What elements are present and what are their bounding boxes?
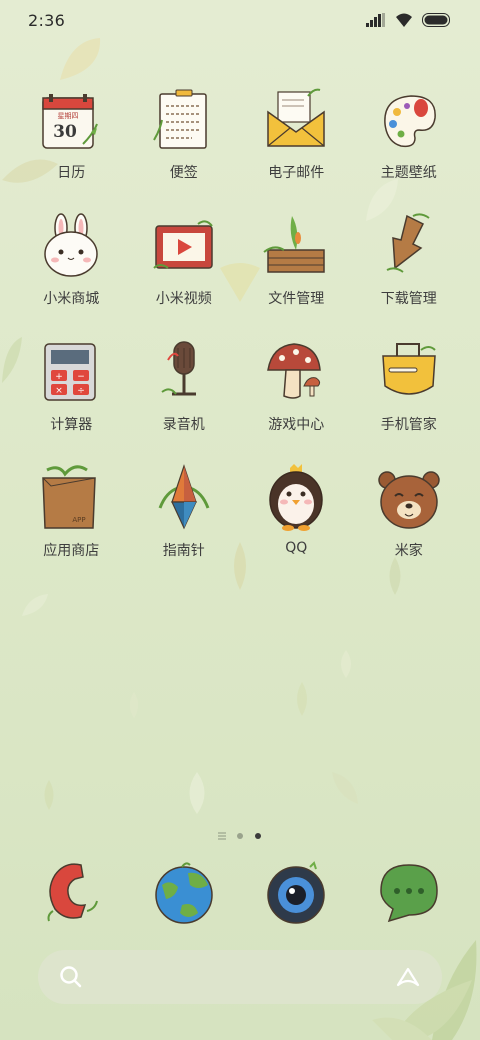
dock-browser[interactable] (128, 855, 241, 927)
leaf-decoration (341, 650, 351, 678)
download-arrow-icon[interactable] (373, 210, 445, 282)
status-icons (366, 12, 452, 28)
leaf-decoration (332, 772, 358, 804)
globe-icon[interactable] (148, 855, 220, 927)
page-indicator[interactable] (0, 829, 480, 843)
camera-icon[interactable] (260, 855, 332, 927)
shield-bag-icon[interactable] (373, 336, 445, 408)
assistant-icon[interactable] (394, 965, 422, 989)
penguin-icon[interactable] (260, 462, 332, 534)
leaf-decoration (44, 780, 54, 810)
leaf-decoration (130, 692, 138, 718)
phone-icon[interactable] (35, 855, 107, 927)
app-mi-home[interactable]: 米家 (353, 458, 466, 584)
app-label: 电子邮件 (268, 165, 325, 181)
app-label: 便签 (169, 165, 198, 181)
paper-bag-icon[interactable]: APP (35, 462, 107, 534)
calendar-weekday: 星期四 (58, 112, 79, 120)
app-file-manager[interactable]: 文件管理 (240, 206, 353, 332)
calendar-icon[interactable]: 星期四 30 (35, 84, 107, 156)
rabbit-icon[interactable] (35, 210, 107, 282)
message-icon[interactable] (373, 855, 445, 927)
leaf-decoration (189, 772, 205, 814)
app-grid: 星期四 30 日历 便签 电子邮件 主题壁纸 小米商城 小米视频 文件管理 下载… (15, 80, 465, 584)
battery-icon (422, 13, 450, 27)
app-label: 应用商店 (43, 543, 100, 559)
app-qq[interactable]: QQ (240, 458, 353, 584)
app-label: 主题壁纸 (380, 165, 437, 181)
page-dot-active[interactable] (254, 832, 262, 840)
calculator-icon[interactable]: + − × ÷ (35, 336, 107, 408)
app-label: 录音机 (162, 417, 205, 433)
svg-text:+: + (55, 372, 63, 382)
file-box-icon[interactable] (260, 210, 332, 282)
app-app-store[interactable]: APP 应用商店 (15, 458, 128, 584)
app-calendar[interactable]: 星期四 30 日历 (15, 80, 128, 206)
page-dot[interactable] (236, 832, 244, 840)
dock-messages[interactable] (353, 855, 466, 927)
calendar-day: 30 (53, 122, 77, 142)
palette-icon[interactable] (373, 84, 445, 156)
dock-phone[interactable] (15, 855, 128, 927)
app-game-center[interactable]: 游戏中心 (240, 332, 353, 458)
menu-lines-icon[interactable] (218, 832, 226, 840)
status-time: 2:36 (28, 10, 66, 30)
app-label: 小米视频 (155, 291, 212, 307)
app-compass[interactable]: 指南针 (128, 458, 241, 584)
microphone-icon[interactable] (148, 336, 220, 408)
app-mi-video[interactable]: 小米视频 (128, 206, 241, 332)
svg-text:÷: ÷ (77, 386, 85, 396)
search-bar[interactable] (38, 950, 442, 1004)
notes-icon[interactable] (148, 84, 220, 156)
leaf-decoration (297, 682, 307, 716)
compass-icon[interactable] (148, 462, 220, 534)
app-label: QQ (285, 540, 308, 556)
svg-text:×: × (55, 386, 63, 396)
app-label: 小米商城 (43, 291, 100, 307)
wifi-icon (396, 13, 412, 27)
leaf-decoration (22, 594, 48, 616)
app-calculator[interactable]: + − × ÷ 计算器 (15, 332, 128, 458)
svg-text:−: − (77, 372, 85, 382)
app-label: 计算器 (50, 417, 93, 433)
app-notes[interactable]: 便签 (128, 80, 241, 206)
signal-icon (366, 13, 385, 27)
app-label: 文件管理 (268, 291, 325, 307)
app-label: 手机管家 (380, 417, 437, 433)
bag-label: APP (73, 516, 86, 524)
app-recorder[interactable]: 录音机 (128, 332, 241, 458)
video-icon[interactable] (148, 210, 220, 282)
app-label: 下载管理 (380, 291, 437, 307)
app-label: 指南针 (162, 543, 205, 559)
app-label: 游戏中心 (268, 417, 325, 433)
app-downloads[interactable]: 下载管理 (353, 206, 466, 332)
status-bar: 2:36 (0, 0, 480, 40)
app-security[interactable]: 手机管家 (353, 332, 466, 458)
mushroom-icon[interactable] (260, 336, 332, 408)
app-mi-store[interactable]: 小米商城 (15, 206, 128, 332)
app-email[interactable]: 电子邮件 (240, 80, 353, 206)
dock (15, 855, 465, 927)
dock-camera[interactable] (240, 855, 353, 927)
app-label: 米家 (394, 543, 423, 559)
email-icon[interactable] (260, 84, 332, 156)
search-icon[interactable] (58, 964, 84, 990)
app-label: 日历 (57, 165, 86, 181)
bear-icon[interactable] (373, 462, 445, 534)
app-themes[interactable]: 主题壁纸 (353, 80, 466, 206)
